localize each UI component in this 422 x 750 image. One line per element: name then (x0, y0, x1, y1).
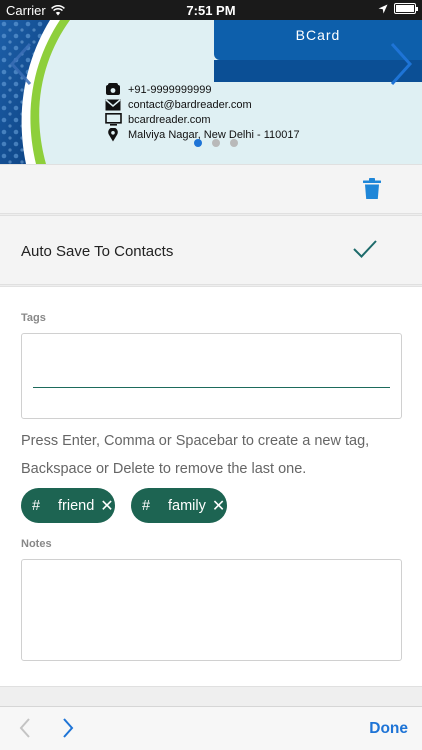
tag-hash: # (32, 497, 41, 514)
carousel-next-arrow-icon[interactable] (388, 40, 414, 88)
page-dot-2[interactable] (212, 139, 220, 147)
card-phone-row: +91-9999999999 (104, 82, 300, 97)
status-right (378, 3, 418, 14)
tag-chip-family[interactable]: # family ✕ (131, 488, 227, 523)
trash-icon[interactable] (363, 178, 381, 205)
checkmark-icon[interactable] (352, 238, 378, 265)
status-time: 7:51 PM (186, 3, 236, 18)
card-brand-name: BCard (295, 27, 341, 43)
done-button[interactable]: Done (369, 720, 408, 738)
monitor-icon (104, 113, 122, 126)
battery-icon (394, 3, 418, 14)
tags-label: Tags (21, 312, 46, 324)
autosave-label: Auto Save To Contacts (21, 243, 174, 260)
section-divider-strip (0, 686, 422, 706)
card-website: bcardreader.com (128, 113, 211, 126)
remove-tag-icon[interactable]: ✕ (212, 496, 225, 516)
status-bar: Carrier 7:51 PM (0, 0, 422, 20)
notes-label: Notes (21, 538, 52, 550)
tag-hash: # (142, 497, 151, 514)
notes-textarea[interactable] (21, 559, 402, 661)
tag-chip-friend[interactable]: # friend ✕ (21, 488, 115, 523)
remove-tag-icon[interactable]: ✕ (100, 496, 113, 516)
delete-row (0, 164, 422, 214)
location-arrow-icon (378, 4, 388, 13)
card-website-row: bcardreader.com (104, 112, 300, 127)
tags-input-underline (33, 387, 390, 388)
phone-icon (104, 83, 122, 96)
card-email: contact@bardreader.com (128, 98, 252, 111)
page-dot-3[interactable] (230, 139, 238, 147)
carousel-prev-arrow-icon[interactable] (8, 40, 34, 88)
tags-input-box[interactable] (21, 333, 402, 419)
tags-hint: Press Enter, Comma or Spacebar to create… (21, 433, 370, 477)
card-carousel[interactable]: BCard +91-9999999999 contact@bardreader.… (0, 20, 422, 164)
next-field-chevron-icon[interactable] (61, 716, 75, 745)
envelope-icon (104, 98, 122, 111)
tag-text: friend (58, 497, 95, 514)
page-dot-1[interactable] (194, 139, 202, 147)
keyboard-toolbar: Done (0, 706, 422, 750)
autosave-row[interactable]: Auto Save To Contacts (0, 215, 422, 285)
tags-notes-panel: Tags Press Enter, Comma or Spacebar to c… (0, 286, 422, 686)
tag-text: family (168, 497, 206, 514)
previous-field-chevron-icon[interactable] (18, 716, 32, 745)
card-email-row: contact@bardreader.com (104, 97, 300, 112)
card-contact-list: +91-9999999999 contact@bardreader.com bc… (104, 82, 300, 142)
carousel-page-indicator[interactable] (0, 139, 422, 147)
card-phone: +91-9999999999 (128, 83, 212, 96)
